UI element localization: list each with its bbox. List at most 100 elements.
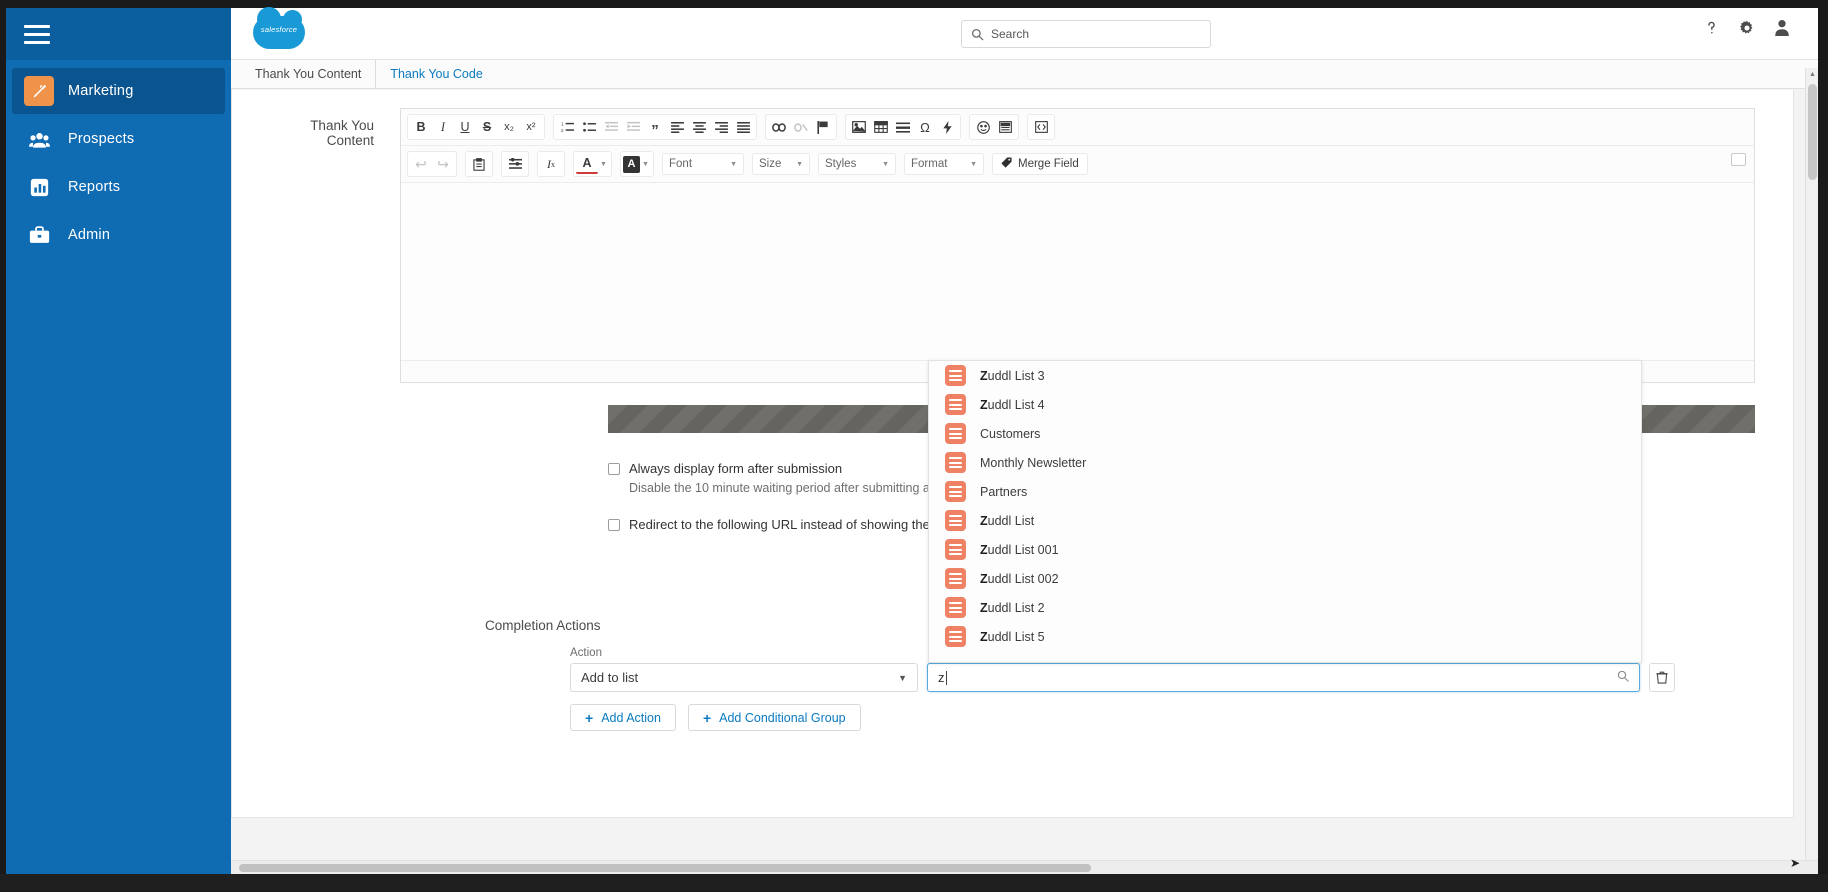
top-bar-icons (1703, 19, 1790, 36)
template-icon[interactable] (994, 116, 1016, 138)
align-center-icon[interactable] (688, 116, 710, 138)
delete-action-button[interactable] (1649, 663, 1675, 692)
sidebar-item-reports[interactable]: Reports (12, 164, 225, 210)
chevron-down-icon[interactable]: ▼ (598, 153, 609, 175)
decrease-indent-icon[interactable] (600, 116, 622, 138)
hamburger-icon[interactable] (24, 24, 50, 44)
toolbar-group-paragraph-format (501, 151, 529, 177)
add-action-button[interactable]: + Add Action (570, 704, 676, 731)
redirect-url-checkbox[interactable] (608, 518, 620, 531)
chevron-down-icon[interactable]: ▼ (640, 153, 651, 175)
list-item[interactable]: Zuddl List 002 (929, 564, 1641, 593)
font-select[interactable]: Font ▼ (662, 153, 744, 175)
special-character-icon[interactable]: Ω (914, 116, 936, 138)
paragraph-format-icon[interactable] (504, 153, 526, 175)
remove-format-icon[interactable]: Ix (540, 153, 562, 175)
add-conditional-group-button[interactable]: + Add Conditional Group (687, 704, 861, 731)
checkbox-label: Always display form after submission (629, 461, 843, 476)
sidebar-item-prospects[interactable]: Prospects (12, 116, 225, 162)
global-search[interactable]: Search (961, 20, 1211, 48)
link-icon[interactable] (768, 116, 790, 138)
increase-indent-icon[interactable] (622, 116, 644, 138)
scroll-up-arrow[interactable]: ▲ (1806, 68, 1819, 81)
source-code-icon[interactable] (1030, 116, 1052, 138)
tab-thank-you-code[interactable]: Thank You Code (376, 60, 496, 88)
chevron-down-icon: ▼ (796, 160, 803, 168)
italic-icon[interactable]: I (432, 116, 454, 138)
unlink-icon[interactable] (790, 116, 812, 138)
editor-content-area[interactable] (401, 182, 1754, 360)
list-item-label: Customers (980, 426, 1041, 441)
paste-icon[interactable] (468, 153, 490, 175)
list-item[interactable]: Zuddl List 001 (929, 535, 1641, 564)
bold-icon[interactable]: B (410, 116, 432, 138)
blockquote-icon[interactable]: ” (644, 116, 666, 138)
tab-label: Thank You Code (390, 67, 483, 81)
anchor-flag-icon[interactable] (812, 116, 834, 138)
vertical-scrollbar-thumb[interactable] (1808, 84, 1817, 180)
action-select-value: Add to list (581, 670, 639, 685)
salesforce-logo[interactable]: salesforce (251, 6, 307, 52)
list-typeahead-dropdown[interactable]: Zuddl List 3 Zuddl List 4 Customers Monthly… (928, 360, 1642, 663)
superscript-icon[interactable]: x² (520, 116, 542, 138)
toolbar-group-text-color: A ▼ (573, 151, 612, 177)
redo-icon[interactable]: ↪ (432, 153, 454, 175)
text-color-icon[interactable]: A (576, 155, 598, 174)
align-justify-icon[interactable] (732, 116, 754, 138)
people-icon (24, 124, 54, 154)
list-item-label: Zuddl List 5 (980, 629, 1045, 644)
sidebar-item-admin[interactable]: Admin (12, 212, 225, 258)
tab-thank-you-content[interactable]: Thank You Content (241, 60, 377, 88)
styles-select[interactable]: Styles ▼ (818, 153, 896, 175)
horizontal-scrollbar[interactable] (231, 860, 1818, 874)
action-buttons: + Add Action + Add Conditional Group (570, 704, 861, 731)
always-display-form-checkbox[interactable] (608, 462, 620, 475)
strikethrough-icon[interactable]: S (476, 116, 498, 138)
table-icon[interactable] (870, 116, 892, 138)
toolbar-group-remove-format: Ix (537, 151, 565, 177)
horizontal-scrollbar-thumb[interactable] (239, 864, 1091, 872)
magnifier-icon[interactable] (1617, 670, 1629, 685)
subscript-icon[interactable]: x₂ (498, 116, 520, 138)
list-icon (945, 365, 966, 386)
font-select-value: Font (669, 158, 693, 170)
maximize-icon[interactable] (1731, 153, 1746, 166)
merge-field-button[interactable]: Merge Field (992, 153, 1088, 175)
toolbar-group-background-color: A ▼ (620, 151, 654, 177)
list-item[interactable]: Monthly Newsletter (929, 448, 1641, 477)
align-left-icon[interactable] (666, 116, 688, 138)
list-item[interactable]: Customers (929, 419, 1641, 448)
horizontal-rule-icon[interactable] (892, 116, 914, 138)
list-item[interactable]: Zuddl List (929, 506, 1641, 535)
list-icon (945, 539, 966, 560)
underline-icon[interactable]: U (454, 116, 476, 138)
list-item-label: Zuddl List 002 (980, 571, 1059, 586)
bulleted-list-icon[interactable] (578, 116, 600, 138)
gear-icon[interactable] (1739, 20, 1755, 36)
background-color-icon[interactable]: A (623, 155, 640, 173)
emoji-icon[interactable] (972, 116, 994, 138)
undo-icon[interactable]: ↩ (410, 153, 432, 175)
list-item[interactable]: Zuddl List 5 (929, 622, 1641, 651)
image-icon[interactable] (848, 116, 870, 138)
rich-text-editor: B I U S x₂ x² 12 ” Ω ↩ ↪ I x A ▼ A ▼ Fon… (400, 108, 1755, 383)
list-item[interactable]: Zuddl List 2 (929, 593, 1641, 622)
lightning-icon[interactable] (936, 116, 958, 138)
list-item[interactable]: Partners (929, 477, 1641, 506)
format-select[interactable]: Format ▼ (904, 153, 984, 175)
list-icon (945, 452, 966, 473)
sidebar-item-marketing[interactable]: Marketing (12, 68, 225, 114)
numbered-list-icon[interactable]: 12 (556, 116, 578, 138)
list-search-value: z (938, 670, 945, 685)
align-right-icon[interactable] (710, 116, 732, 138)
action-select[interactable]: Add to list ▼ (570, 663, 918, 692)
vertical-scrollbar[interactable]: ▲ ▼ (1805, 68, 1818, 882)
text-cursor (945, 670, 947, 685)
list-item[interactable]: Zuddl List 4 (929, 390, 1641, 419)
tab-strip: Thank You Content Thank You Code (231, 60, 1818, 89)
user-avatar-icon[interactable] (1774, 19, 1790, 36)
list-item[interactable]: Zuddl List 3 (929, 361, 1641, 390)
size-select[interactable]: Size ▼ (752, 153, 810, 175)
list-search-input[interactable]: z (927, 663, 1640, 692)
help-icon[interactable] (1703, 19, 1720, 36)
